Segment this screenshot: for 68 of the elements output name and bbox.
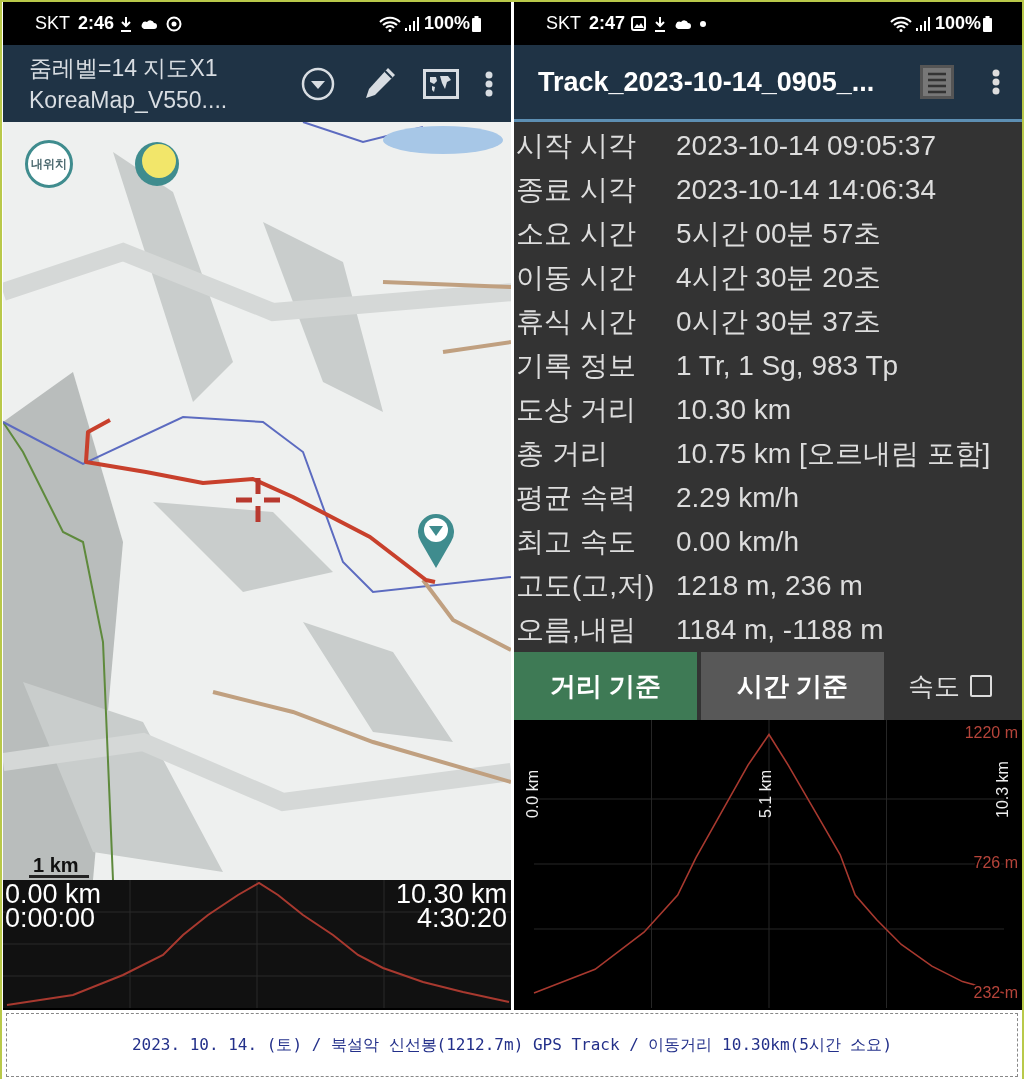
stat-label: 고도(고,저) — [515, 569, 656, 604]
download-icon — [654, 15, 667, 32]
stat-label: 도상 거리 — [515, 393, 637, 428]
battery-icon — [472, 15, 481, 32]
stat-label: 총 거리 — [515, 437, 609, 472]
cloud-icon — [674, 17, 693, 30]
y-axis-label: 1220 m — [964, 724, 1018, 742]
stat-value: 1 Tr, 1 Sg, 983 Tp — [676, 350, 899, 383]
battery-percent: 100% — [934, 13, 981, 35]
image-icon — [631, 16, 647, 32]
stat-value: 2.29 km/h — [676, 482, 799, 515]
world-map-icon — [423, 68, 459, 99]
stat-value: 1218 m, 236 m — [676, 570, 863, 603]
speed-label: 속도 — [908, 669, 960, 703]
photo-caption: 2023. 10. 14. (토) / 북설악 신선봉(1212.7m) GPS Track / 이동거리 10.30km(5시간 소요) — [131, 1034, 893, 1056]
target-icon — [166, 15, 183, 32]
stat-value: 2023-10-14 14:06:34 — [676, 174, 936, 207]
track-title: Track_2023-10-14_0905_... — [538, 66, 876, 98]
start-time: 0:00:00 — [5, 906, 97, 931]
mode-tab[interactable]: 시간 기준 — [701, 652, 884, 721]
carrier-label: SKT — [35, 13, 70, 35]
download-icon — [120, 15, 133, 32]
signal-icon — [404, 16, 419, 31]
stat-value: 5시간 00분 57초 — [676, 217, 882, 252]
x-axis-label: 5.1 km — [756, 770, 774, 819]
zoom-level-title: 줌레벨=14 지도X1 — [29, 53, 219, 83]
y-axis-label: 726 m — [973, 854, 1018, 872]
stat-label: 기록 정보 — [515, 349, 637, 384]
start-distance: 0.00 km — [5, 882, 102, 907]
carrier-label: SKT — [546, 13, 581, 35]
end-distance: 10.30 km — [395, 882, 507, 907]
stat-value: 10.75 km [오르내림 포함] — [676, 437, 991, 472]
stat-label: 휴식 시간 — [515, 305, 637, 340]
battery-percent: 100% — [423, 13, 470, 35]
list-icon — [920, 65, 954, 100]
dropdown-icon — [301, 66, 335, 101]
stat-value: 1184 m, -1188 m — [676, 614, 884, 647]
stat-label: 오름,내림 — [515, 613, 637, 648]
cloud-icon — [140, 17, 159, 30]
stat-label: 최고 속도 — [515, 525, 637, 560]
crosshair-icon — [236, 478, 280, 523]
mode-tab[interactable]: 거리 기준 — [514, 652, 697, 721]
map-name-subtitle: KoreaMap_V550.... — [29, 85, 229, 115]
wifi-icon — [889, 15, 912, 32]
stat-label: 이동 시간 — [515, 261, 637, 296]
y-axis-label: 232 m — [973, 984, 1018, 1002]
more-icon — [992, 69, 1000, 96]
more-icon — [485, 70, 493, 97]
speed-checkbox[interactable] — [970, 675, 992, 698]
x-axis-label: 0.0 km — [524, 770, 542, 819]
stat-label: 소요 시간 — [515, 217, 637, 252]
stat-label: 평균 속력 — [515, 481, 637, 516]
end-time: 4:30:20 — [415, 906, 507, 931]
battery-icon — [983, 15, 992, 32]
stat-label: 종료 시각 — [515, 173, 637, 208]
stat-value: 2023-10-14 09:05:37 — [676, 130, 936, 163]
dot-icon — [700, 20, 707, 27]
stat-value: 10.30 km — [676, 394, 792, 427]
stat-value: 0시간 30분 37초 — [676, 305, 882, 340]
clock-time: 2:46 — [78, 13, 115, 35]
stat-label: 시작 시각 — [515, 129, 637, 164]
clock-time: 2:47 — [589, 13, 626, 35]
signal-icon — [915, 16, 930, 31]
stat-value: 0.00 km/h — [676, 526, 799, 559]
stat-value: 4시간 30분 20초 — [676, 261, 882, 296]
x-axis-label: 10.3 km — [994, 761, 1012, 819]
crescent-icon[interactable] — [133, 140, 181, 189]
wifi-icon — [378, 15, 401, 32]
